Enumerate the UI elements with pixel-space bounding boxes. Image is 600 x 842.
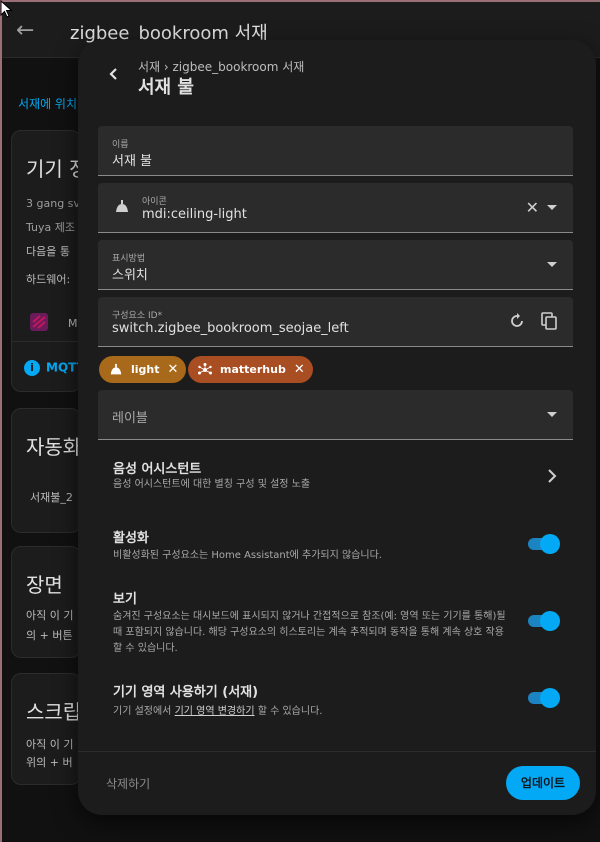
update-button[interactable]: 업데이트 [506,766,580,800]
scene-card-text-2: 의 + 버튼 [26,629,73,642]
info-icon: i [24,360,40,376]
automation-card-heading: 자동화 [26,435,81,459]
script-card-text-2: 위의 + 버 [26,756,73,769]
script-card-heading: 스크립 [26,700,81,724]
visible-desc-line: 할 수 있습니다. [113,643,178,654]
automation-item[interactable]: 서재불_2 [30,489,73,505]
device-connection-label: M [68,317,78,330]
enabled-title: 활성화 [113,531,149,546]
area-desc-text: 기기 설정에서 [113,706,175,717]
window-edge [0,0,2,842]
name-field-label: 이름 [112,140,129,150]
chevron-down-icon[interactable] [547,205,557,210]
entity-id-field[interactable]: 구성요소 ID* switch.zigbee_bookroom_seojae_l… [98,297,573,347]
chevron-down-icon[interactable] [547,412,557,417]
chevron-right-icon [547,468,557,487]
change-device-area-link[interactable]: 기기 영역 변경하기 [175,706,255,717]
script-card-text-1: 아직 이 기 [26,738,74,751]
voice-assistant-title: 음성 어시스턴트 [113,462,202,477]
area-desc-text: 할 수 있습니다. [254,706,323,717]
name-field[interactable]: 이름 서재 불 [98,126,573,176]
use-device-area-desc: 기기 설정에서 기기 영역 변경하기 할 수 있습니다. [113,704,322,720]
ceiling-light-icon [109,363,123,377]
entity-id-label: 구성요소 ID* [112,311,163,321]
mqtt-info-button[interactable]: i MQTT [24,360,80,376]
scene-card-text-1: 아직 이 기 [26,609,74,622]
label-chip-matterhub: matterhub ✕ [188,356,313,383]
name-field-value: 서재 불 [112,154,153,169]
delete-button[interactable]: 삭제하기 [106,775,150,792]
footer-divider [78,751,596,752]
toggle-knob [540,534,560,554]
window-edge [0,0,600,2]
hub-icon [198,362,212,377]
remove-chip-icon[interactable]: ✕ [294,362,305,377]
entity-settings-dialog: 서재 › zigbee_bookroom 서재 서재 불 이름 서재 불 아이콘… [78,40,596,815]
device-card-heading: 기기 정 [26,157,80,181]
icon-field-value: mdi:ceiling-light [142,207,247,222]
display-as-select[interactable]: 표시방법 스위치 [98,240,573,290]
script-card: 스크립 아직 이 기 위의 + 버 [11,673,81,785]
chevron-down-icon[interactable] [547,262,557,267]
display-as-value: 스위치 [112,268,148,283]
zigbee-icon [28,311,50,333]
entity-id-value: switch.zigbee_bookroom_seojae_left [112,321,349,336]
visible-desc-line: 때 포함되지 않습니다. 해당 구성요소의 히스토리는 계속 추적되며 동작을 … [113,627,504,638]
toggle-knob [540,688,560,708]
device-manufacturer: Tuya 제조 [26,221,76,234]
scene-card-heading: 장면 [26,573,63,597]
clear-icon[interactable]: ✕ [526,198,539,217]
restore-icon[interactable] [509,313,525,333]
remove-chip-icon[interactable]: ✕ [168,362,179,377]
automation-card: 자동화 서재불_2 [11,408,81,533]
copy-icon[interactable] [541,312,557,334]
ceiling-light-icon [114,199,130,219]
icon-field-label: 아이콘 [142,197,167,207]
card-divider [12,341,80,342]
display-as-label: 표시방법 [112,254,146,264]
scene-card: 장면 아직 이 기 의 + 버튼 [11,546,81,658]
chip-label: light [131,363,160,376]
label-chip-light: light ✕ [99,356,187,383]
labels-select[interactable]: 레이블 [98,390,573,440]
back-arrow-icon[interactable]: ← [16,18,34,43]
mouse-cursor-icon [0,0,14,18]
area-link[interactable]: 서재에 위치 [18,95,77,112]
toggle-knob [540,611,560,631]
visible-desc-line: 숨겨진 구성요소는 대시보드에 표시되지 않거나 간접적으로 참조(예: 영역 … [113,611,506,622]
icon-field[interactable]: 아이콘 mdi:ceiling-light ✕ [98,183,573,233]
visible-desc: 숨겨진 구성요소는 대시보드에 표시되지 않거나 간접적으로 참조(예: 영역 … [113,609,523,657]
use-device-area-title: 기기 영역 사용하기 (서재) [113,685,259,700]
enabled-desc: 비활성화된 구성요소는 Home Assistant에 추가되지 않습니다. [113,550,382,561]
visible-title: 보기 [113,592,137,607]
labels-placeholder: 레이블 [112,411,148,426]
enabled-toggle[interactable] [528,534,560,554]
visible-toggle[interactable] [528,611,560,631]
use-device-area-toggle[interactable] [528,688,560,708]
device-info-card: 기기 정 3 gang sv Tuya 제조 다음을 통 하드웨어: M iMQ… [11,130,81,392]
dialog-title: 서재 불 [138,77,194,98]
device-model: 3 gang sv [26,197,80,210]
chevron-left-icon[interactable] [106,66,122,82]
voice-assistant-desc: 음성 어시스턴트에 대한 별칭 구성 및 설정 노출 [113,479,311,490]
device-hardware: 하드웨어: [26,273,71,286]
chip-label: matterhub [220,363,286,376]
voice-assistant-row[interactable]: 음성 어시스턴트 음성 어시스턴트에 대한 별칭 구성 및 설정 노출 [98,450,573,500]
device-connection: 다음을 통 [26,245,70,258]
